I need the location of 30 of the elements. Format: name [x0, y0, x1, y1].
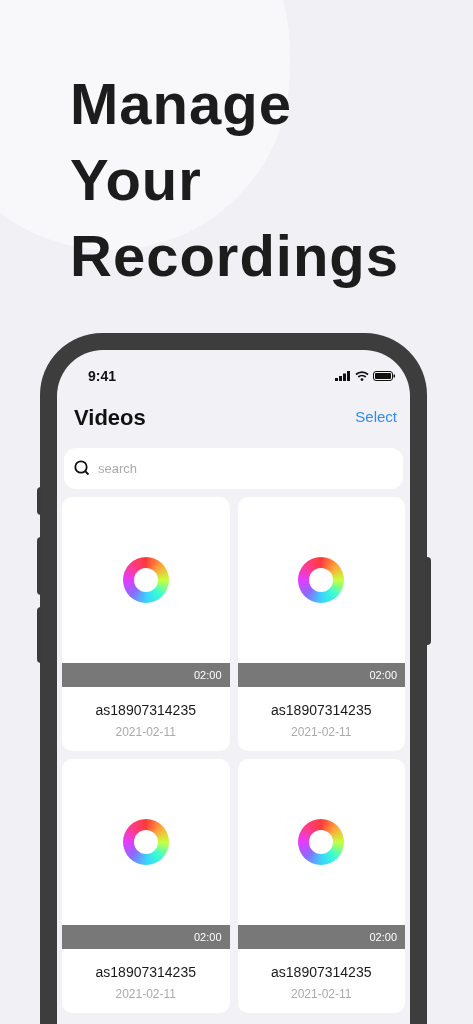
ring-icon	[122, 819, 169, 865]
video-name: as18907314235	[94, 963, 197, 982]
duration-text: 02:00	[369, 667, 397, 683]
headline-text: Your	[70, 146, 202, 214]
battery-icon	[373, 371, 395, 381]
video-date: 2021-02-11	[290, 986, 353, 1003]
video-card[interactable]: 02:00 as18907314235 2021-02-11	[237, 759, 405, 1013]
video-name: as18907314235	[94, 701, 197, 720]
video-card[interactable]: 02:00 as18907314235 2021-02-11	[237, 497, 405, 751]
headline-text: Manage	[70, 70, 292, 138]
video-date: 2021-02-11	[290, 724, 353, 741]
video-date: 2021-02-11	[114, 986, 177, 1003]
search-field[interactable]: search	[64, 448, 403, 489]
ring-icon	[298, 557, 345, 603]
wifi-icon	[355, 371, 369, 381]
duration-text: 02:00	[193, 667, 222, 683]
status-time: 9:41	[88, 366, 117, 386]
headline-text: Recordings	[70, 222, 400, 290]
video-date: 2021-02-11	[114, 724, 177, 741]
ring-icon	[122, 557, 169, 603]
signal-icon	[335, 371, 351, 381]
screen-title: Videos	[74, 403, 146, 432]
ring-icon	[298, 819, 345, 865]
duration-text: 02:00	[369, 929, 397, 945]
search-icon	[74, 460, 90, 476]
video-name: as18907314235	[270, 701, 373, 720]
video-card[interactable]: 02:00 as18907314235 2021-02-11	[62, 759, 230, 1013]
duration-text: 02:00	[193, 929, 222, 945]
video-name: as18907314235	[270, 963, 373, 982]
video-card[interactable]: 02:00 as18907314235 2021-02-11	[62, 497, 230, 751]
